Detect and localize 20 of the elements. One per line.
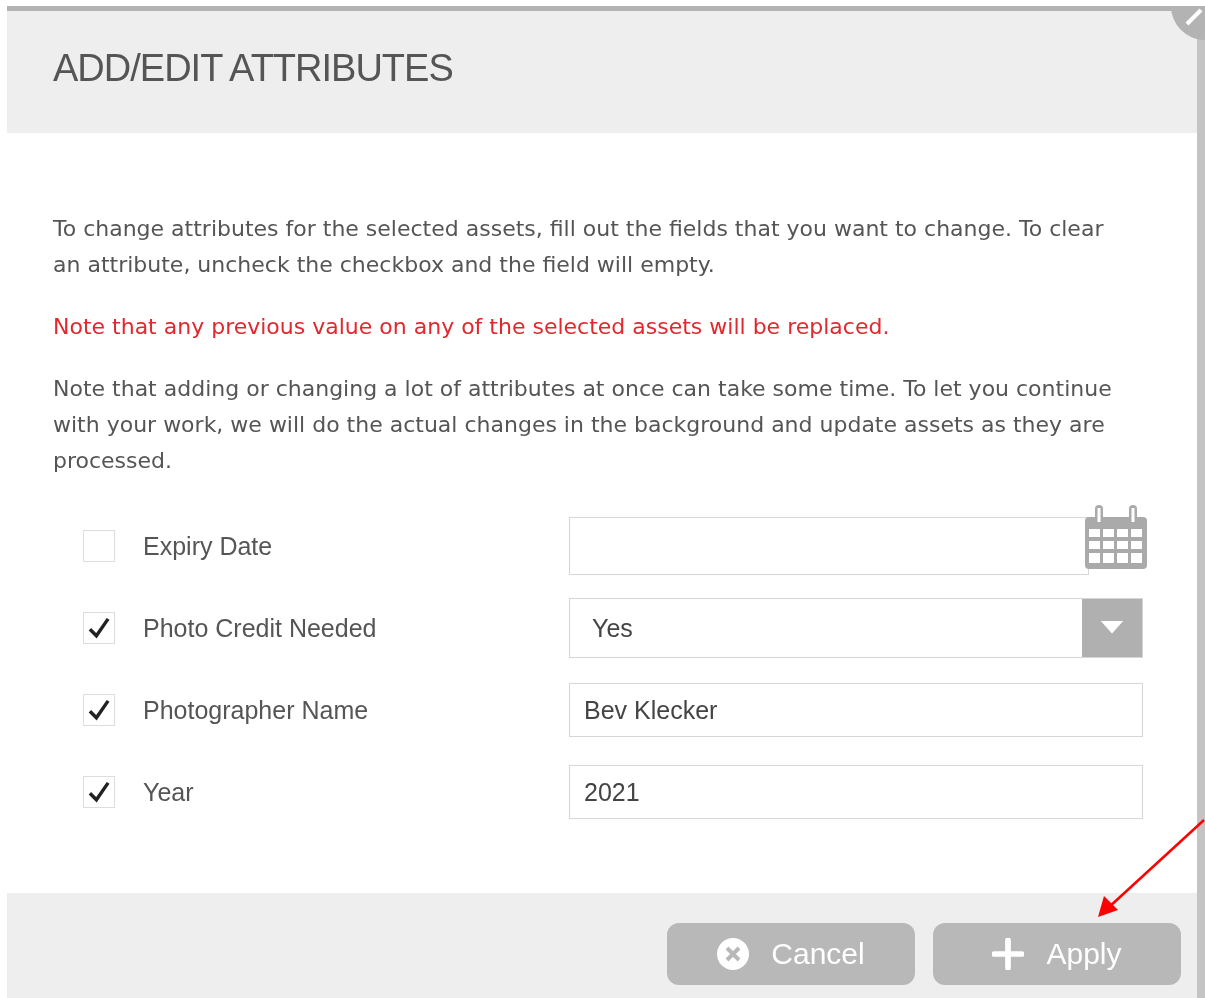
- intro-text: To change attributes for the selected assets, fill out the fields that you want to change. To clear an attribute, uncheck the checkbox and the field will empty.: [53, 215, 1105, 279]
- checkbox[interactable]: [83, 776, 115, 808]
- attribute-label: Year: [143, 777, 194, 807]
- close-circle-icon: [717, 938, 750, 970]
- note-text: Note that adding or changing a lot of attributes at once can take some time. To let you continue with your work, we will do the actual changes in the background and update assets as they are processed.: [53, 375, 1113, 475]
- date-field[interactable]: [569, 517, 1089, 575]
- dropdown[interactable]: Yes: [569, 598, 1143, 658]
- plus-icon: [992, 938, 1025, 970]
- attribute-label: Photographer Name: [143, 695, 369, 725]
- input-field[interactable]: 2021: [569, 765, 1143, 819]
- attribute-label: Photo Credit Needed: [143, 613, 377, 643]
- checkbox[interactable]: [83, 694, 115, 726]
- checkbox[interactable]: [83, 530, 115, 562]
- input-field[interactable]: Bev Klecker: [569, 683, 1143, 737]
- caret-icon: [1100, 621, 1124, 635]
- checkbox[interactable]: [83, 612, 115, 644]
- dialog-title: ADD/EDIT ATTRIBUTES: [53, 46, 453, 91]
- attribute-label: Expiry Date: [143, 531, 273, 561]
- warning-text: Note that any previous value on any of the selected assets will be replaced.: [53, 313, 891, 341]
- calendar-icon[interactable]: [1085, 505, 1147, 569]
